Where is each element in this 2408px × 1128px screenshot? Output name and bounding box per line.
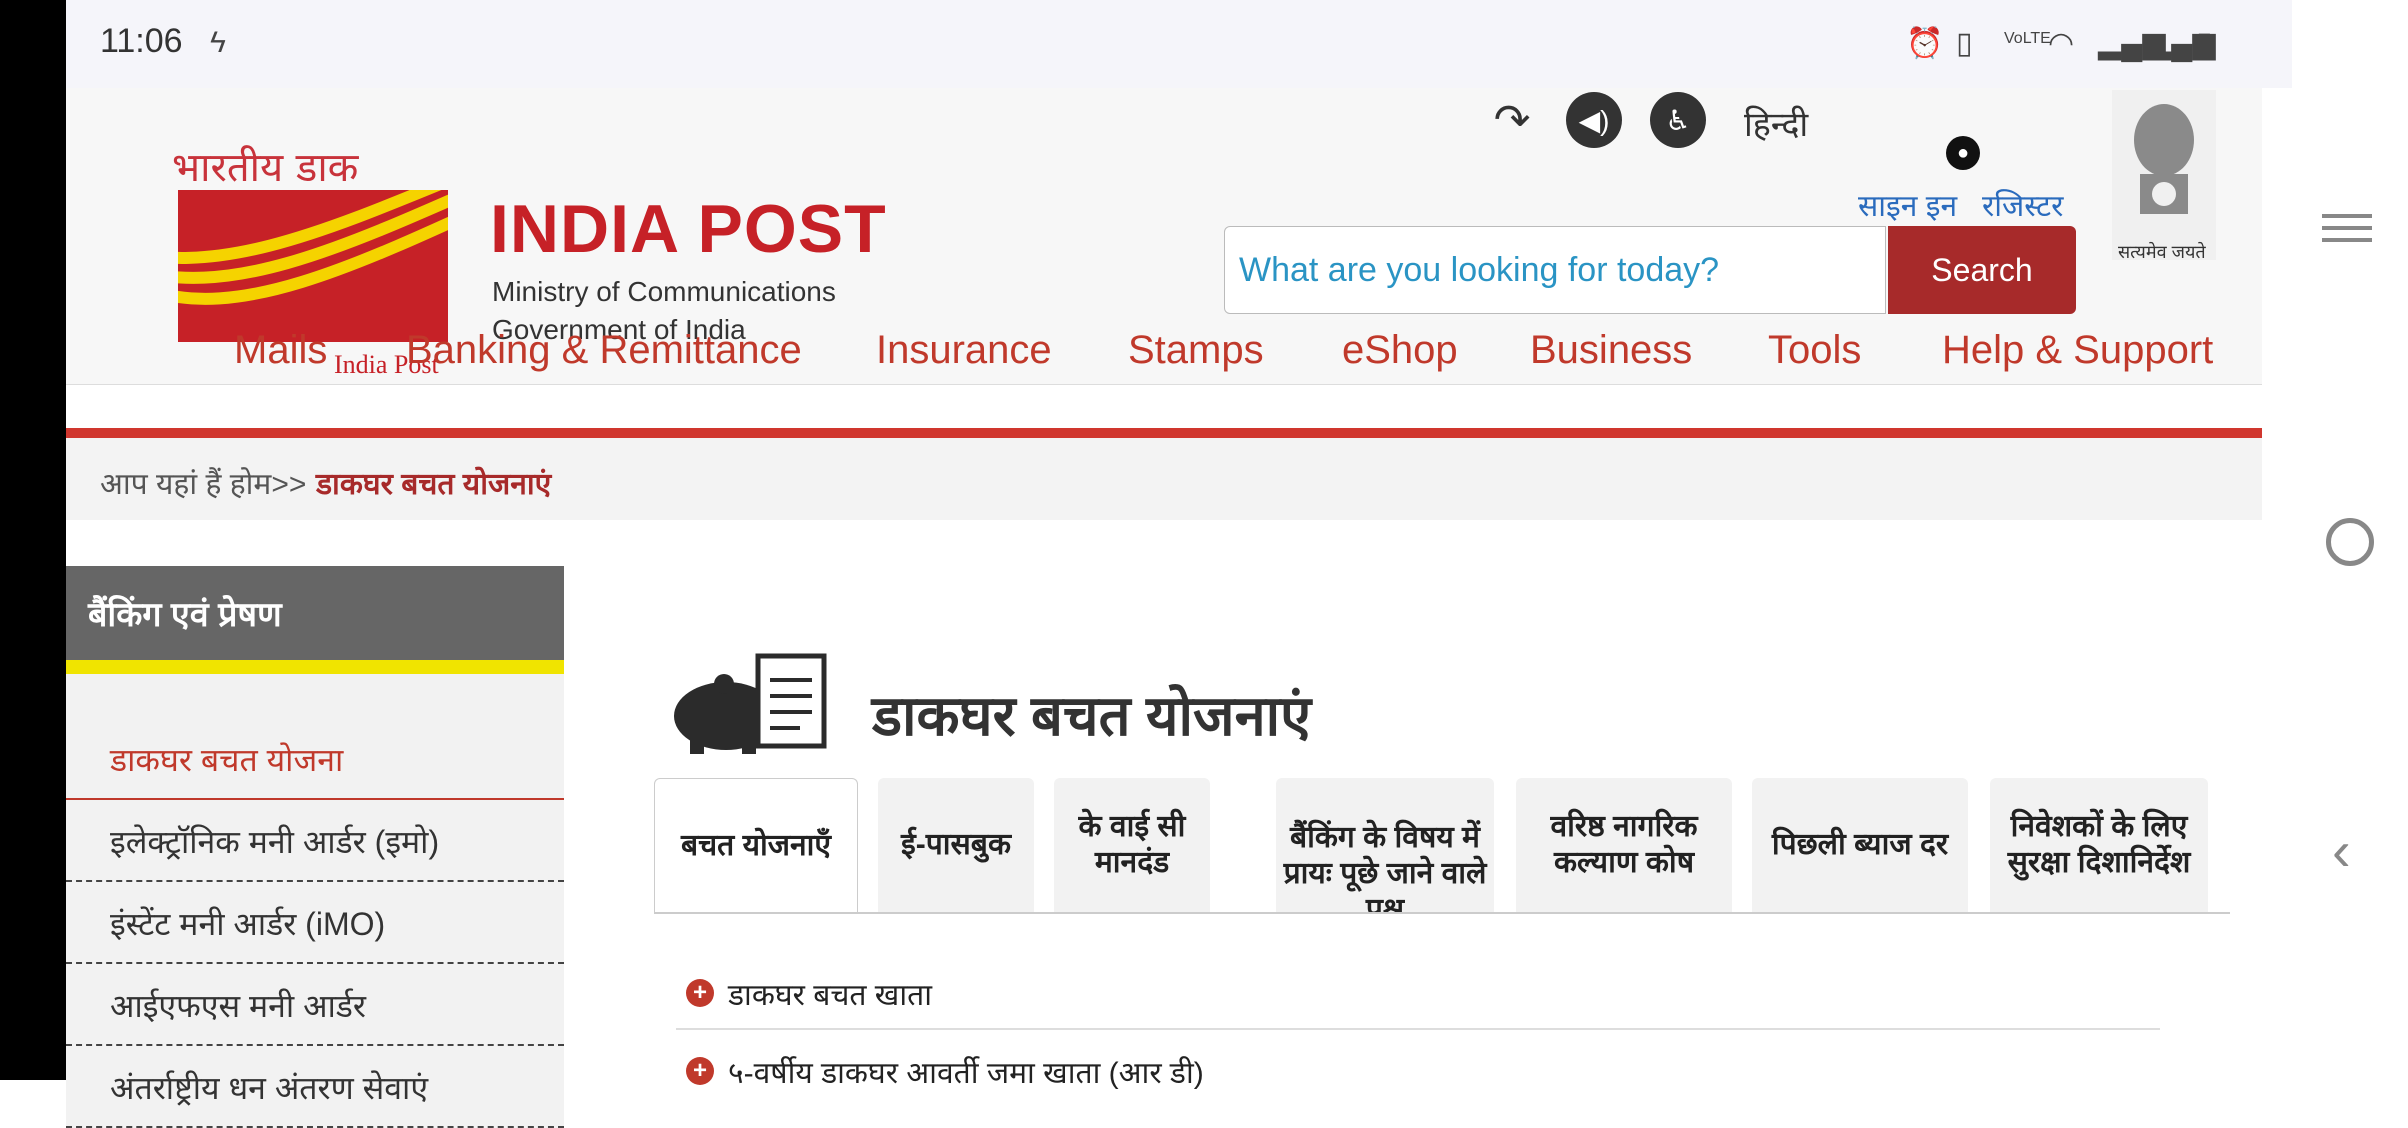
accordion-divider [676, 1028, 2160, 1030]
tabs-divider [654, 912, 2230, 914]
wifi-icon: ◠ [2048, 27, 2075, 60]
expand-plus-icon: + [686, 979, 714, 1007]
home-circle-icon[interactable] [2326, 518, 2374, 566]
nav-mails[interactable]: Mails [234, 328, 327, 373]
menu-icon[interactable] [2322, 206, 2372, 250]
battery-icon: ▮ [2196, 27, 2213, 60]
back-chevron-icon[interactable]: ‹ [2332, 818, 2351, 883]
emblem-caption: सत्यमेव जयते [2118, 242, 2206, 262]
sidebar-item-intl-transfer[interactable]: अंतर्राष्ट्रीय धन अंतरण सेवाएं [66, 1048, 564, 1128]
nav-eshop[interactable]: eShop [1342, 328, 1458, 373]
tab-epassbook[interactable]: ई-पासबुक [878, 778, 1034, 912]
charging-bolt-icon: ϟ [210, 26, 226, 59]
status-time: 11:06 [100, 22, 183, 60]
nav-stamps[interactable]: Stamps [1128, 328, 1264, 373]
expand-plus-icon: + [686, 1057, 714, 1085]
accordion-item-label: ५-वर्षीय डाकघर आवर्ती जमा खाता (आर डी) [728, 1056, 1204, 1090]
nav-business[interactable]: Business [1530, 328, 1692, 373]
accordion-item-savings-account[interactable]: + डाकघर बचत खाता [686, 964, 2160, 1022]
tab-senior-citizen-fund[interactable]: वरिष्ठ नागरिक कल्याण कोष [1516, 778, 1732, 912]
page-title: डाकघर बचत योजनाएं [872, 684, 1312, 747]
search-input[interactable] [1224, 226, 1886, 314]
nav-banking-remittance[interactable]: Banking & Remittance [406, 328, 802, 373]
logo-hindi-text: भारतीय डाक [172, 145, 359, 191]
tab-savings-schemes[interactable]: बचत योजनाएँ [654, 778, 858, 912]
language-toggle-link[interactable]: हिन्दी [1744, 100, 1808, 146]
nav-insurance[interactable]: Insurance [876, 328, 1052, 373]
breadcrumb-current: डाकघर बचत योजनाएं [316, 468, 552, 501]
header-divider [66, 428, 2262, 438]
sidebar-item-savings-scheme[interactable]: डाकघर बचत योजना [66, 720, 564, 800]
tab-banking-faq[interactable]: बैंकिंग के विषय में प्रायः पूछे जाने वाल… [1276, 778, 1494, 912]
device-left-edge [0, 0, 66, 1080]
piggy-bank-icon [670, 650, 830, 754]
speaker-icon[interactable]: ◀) [1566, 92, 1622, 148]
sidebar-item-emo[interactable]: इलेक्ट्रॉनिक मनी आर्डर (इमो) [66, 802, 564, 882]
tab-kyc-norms[interactable]: के वाई सी मानदंड [1054, 778, 1210, 912]
logo-ministry: Ministry of Communications [492, 276, 836, 307]
signin-link[interactable]: साइन इन [1858, 184, 1957, 225]
sidebar-item-ifs-mo[interactable]: आईएफएस मनी आर्डर [66, 966, 564, 1046]
search-button[interactable]: Search [1888, 226, 2076, 314]
sidebar-item-imo[interactable]: इंस्टेंट मनी आर्डर (iMO) [66, 884, 564, 964]
logo-swoosh-icon [112, 160, 511, 305]
tab-previous-interest-rates[interactable]: पिछली ब्याज दर [1752, 778, 1968, 912]
accordion-item-label: डाकघर बचत खाता [728, 978, 932, 1012]
volte-icon: VoLTE [2004, 30, 2051, 47]
alarm-icon: ⏰ [1906, 27, 1944, 60]
sidebar-accent [66, 660, 564, 674]
nav-help-support[interactable]: Help & Support [1942, 328, 2213, 373]
nav-tools[interactable]: Tools [1768, 328, 1861, 373]
tab-investor-safety[interactable]: निवेशकों के लिए सुरक्षा दिशानिर्देश [1990, 778, 2208, 912]
accordion-item-recurring-deposit[interactable]: + ५-वर्षीय डाकघर आवर्ती जमा खाता (आर डी) [686, 1042, 2160, 1100]
accessibility-icon[interactable]: ♿ [1650, 92, 1706, 148]
national-emblem-icon [2112, 90, 2216, 260]
sidebar-title: बैंकिंग एवं प्रेषण [88, 596, 282, 634]
vibrate-icon: ▯ [1956, 27, 1973, 60]
logo-name: INDIA POST [490, 191, 887, 267]
user-icon[interactable]: ● [1946, 136, 1980, 170]
register-link[interactable]: रजिस्टर [1982, 184, 2063, 225]
android-nav-bar: ‹ [2292, 0, 2408, 1080]
skip-to-content-icon[interactable]: ↷ [1484, 92, 1540, 148]
breadcrumb-prefix[interactable]: आप यहां हैं होम>> [100, 462, 306, 503]
india-post-logo-mark[interactable] [112, 160, 511, 342]
